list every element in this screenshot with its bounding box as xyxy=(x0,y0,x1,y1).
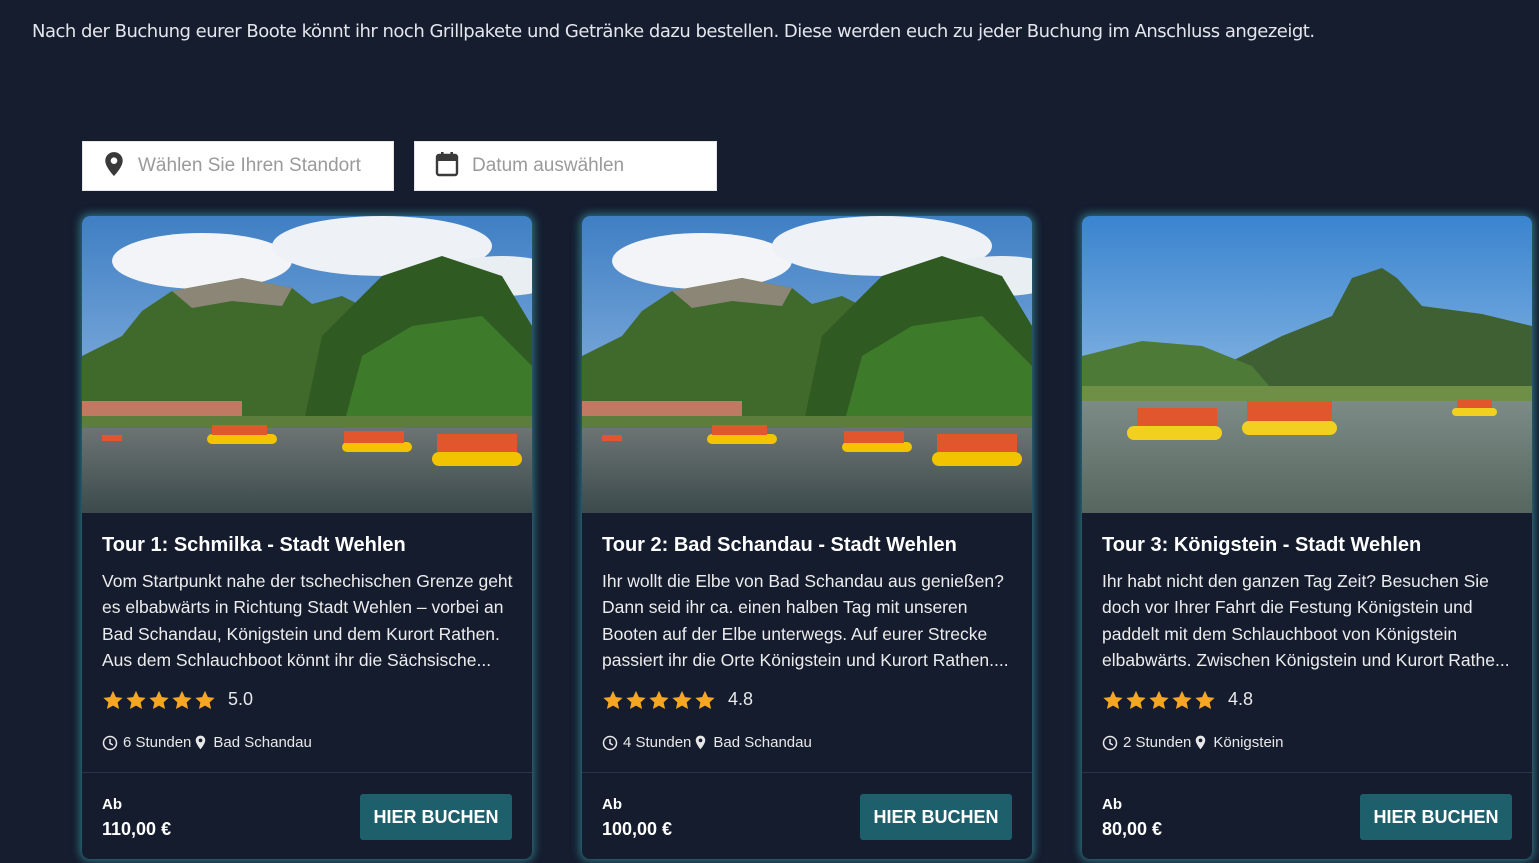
star-icon xyxy=(195,690,215,709)
tour-meta: 4 Stunden Bad Schandau xyxy=(602,734,812,751)
tour-image[interactable] xyxy=(1082,216,1532,513)
tour-image[interactable] xyxy=(582,216,1032,513)
tour-location: Bad Schandau xyxy=(213,734,312,751)
tour-rating: 4.8 xyxy=(1102,689,1253,710)
tour-price: 110,00 € xyxy=(102,819,172,839)
rating-value: 4.8 xyxy=(728,689,754,709)
star-icon xyxy=(1103,690,1123,709)
book-button[interactable]: HIER BUCHEN xyxy=(860,794,1012,840)
map-pin-icon xyxy=(696,735,706,750)
date-filter[interactable] xyxy=(414,141,717,191)
tour-description: Vom Startpunkt nahe der tschechischen Gr… xyxy=(102,571,513,670)
star-icon xyxy=(626,690,646,709)
clock-icon xyxy=(102,735,118,750)
tour-image[interactable] xyxy=(82,216,532,513)
tour-price: 80,00 € xyxy=(1102,819,1163,839)
tour-footer: Ab 80,00 € HIER BUCHEN xyxy=(1082,772,1532,859)
book-button[interactable]: HIER BUCHEN xyxy=(1360,794,1512,840)
star-icon xyxy=(1126,690,1146,709)
tour-description: Ihr habt nicht den ganzen Tag Zeit? Besu… xyxy=(1102,571,1510,670)
star-icon xyxy=(1172,690,1192,709)
price-prefix: Ab xyxy=(102,796,122,813)
star-rating xyxy=(102,690,216,710)
calendar-icon xyxy=(435,151,459,182)
map-pin-icon xyxy=(103,151,125,182)
tour-duration: 2 Stunden xyxy=(1123,734,1192,751)
tour-footer: Ab 100,00 € HIER BUCHEN xyxy=(582,772,1032,859)
star-icon xyxy=(1149,690,1169,709)
book-button[interactable]: HIER BUCHEN xyxy=(360,794,512,840)
tour-card[interactable]: Tour 2: Bad Schandau - Stadt Wehlen Ihr … xyxy=(582,216,1032,859)
star-rating xyxy=(1102,690,1216,710)
star-icon xyxy=(149,690,169,709)
tour-footer: Ab 110,00 € HIER BUCHEN xyxy=(82,772,532,859)
intro-text: Nach der Buchung eurer Boote könnt ihr n… xyxy=(32,21,1315,42)
rating-value: 4.8 xyxy=(1228,689,1254,709)
tour-meta: 6 Stunden Bad Schandau xyxy=(102,734,312,751)
tour-rating: 4.8 xyxy=(602,689,753,710)
star-icon xyxy=(649,690,669,709)
tour-title[interactable]: Tour 1: Schmilka - Stadt Wehlen xyxy=(102,534,406,557)
star-rating xyxy=(602,690,716,710)
tour-title[interactable]: Tour 2: Bad Schandau - Stadt Wehlen xyxy=(602,534,957,557)
location-input[interactable] xyxy=(138,155,378,177)
tour-title[interactable]: Tour 3: Königstein - Stadt Wehlen xyxy=(1102,534,1421,557)
date-input[interactable] xyxy=(472,155,712,177)
star-icon xyxy=(672,690,692,709)
tour-price: 100,00 € xyxy=(602,819,673,839)
tour-meta: 2 Stunden Königstein xyxy=(1102,734,1283,751)
star-icon xyxy=(172,690,192,709)
star-icon xyxy=(1195,690,1215,709)
tour-duration: 6 Stunden xyxy=(123,734,192,751)
clock-icon xyxy=(602,735,618,750)
clock-icon xyxy=(1102,735,1118,750)
tour-duration: 4 Stunden xyxy=(623,734,692,751)
tour-location: Königstein xyxy=(1213,734,1284,751)
location-filter[interactable] xyxy=(82,141,394,191)
tour-description: Ihr wollt die Elbe von Bad Schandau aus … xyxy=(602,571,1009,670)
price-prefix: Ab xyxy=(602,796,622,813)
tour-card[interactable]: Tour 3: Königstein - Stadt Wehlen Ihr ha… xyxy=(1082,216,1532,859)
star-icon xyxy=(695,690,715,709)
rating-value: 5.0 xyxy=(228,689,254,709)
tour-rating: 5.0 xyxy=(102,689,253,710)
star-icon xyxy=(103,690,123,709)
map-pin-icon xyxy=(196,735,206,750)
star-icon xyxy=(126,690,146,709)
star-icon xyxy=(603,690,623,709)
map-pin-icon xyxy=(1196,735,1206,750)
tour-card[interactable]: Tour 1: Schmilka - Stadt Wehlen Vom Star… xyxy=(82,216,532,859)
tour-location: Bad Schandau xyxy=(713,734,812,751)
price-prefix: Ab xyxy=(1102,796,1122,813)
